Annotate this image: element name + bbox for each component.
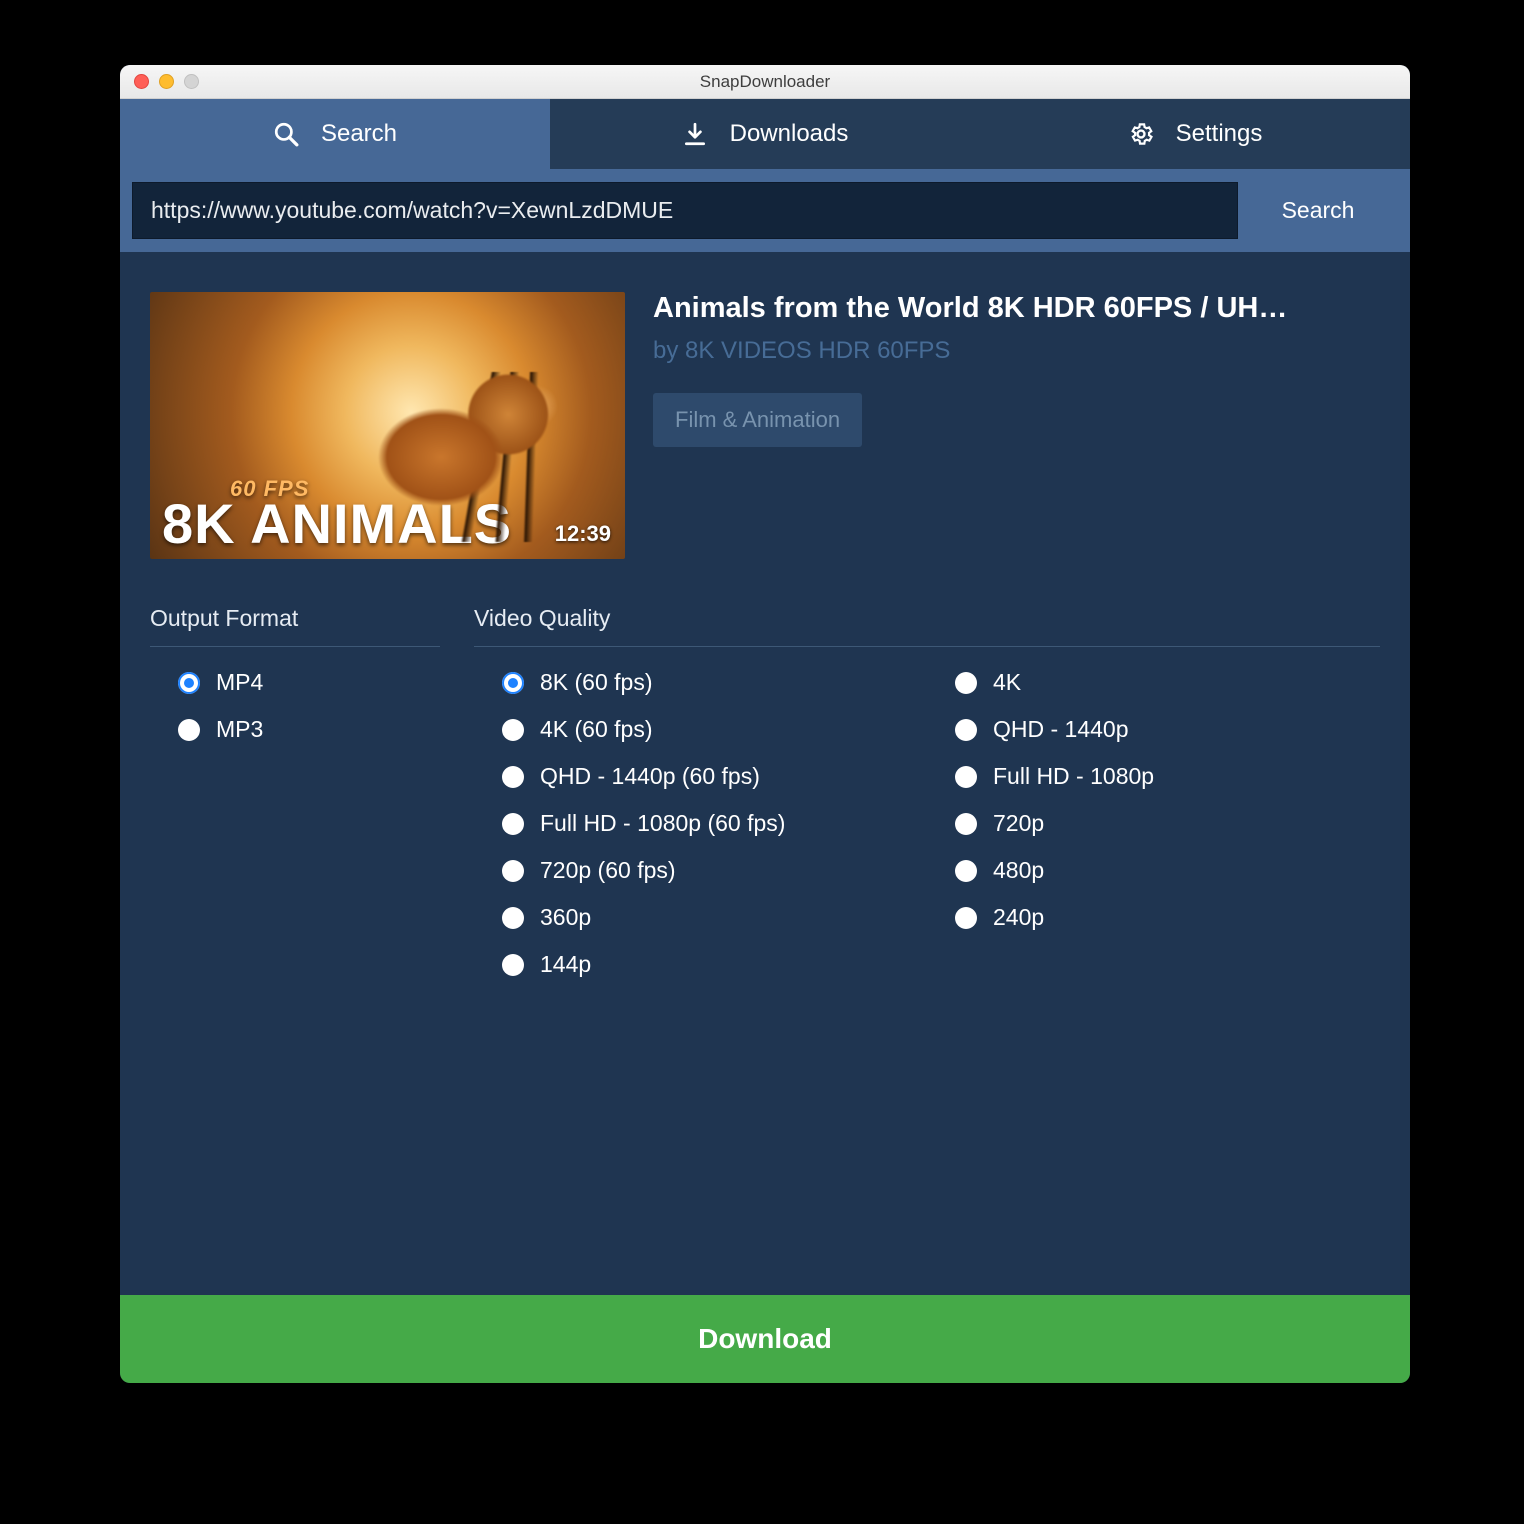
quality-option-720[interactable]: 720p: [955, 810, 1380, 837]
tab-search[interactable]: Search: [120, 99, 550, 169]
radio-icon: [502, 907, 524, 929]
video-quality-section: Video Quality 8K (60 fps) 4K (60 fps) QHD …: [474, 605, 1380, 978]
search-button[interactable]: Search: [1238, 182, 1398, 239]
quality-label: 144p: [540, 951, 591, 978]
quality-option-qhd[interactable]: QHD - 1440p: [955, 716, 1380, 743]
tab-settings-label: Settings: [1176, 120, 1263, 148]
tab-settings[interactable]: Settings: [980, 99, 1410, 169]
video-byline: by 8K VIDEOS HDR 60FPS: [653, 337, 1380, 365]
output-format-list: MP4 MP3: [150, 669, 440, 743]
quality-label: 8K (60 fps): [540, 669, 653, 696]
quality-label: Full HD - 1080p: [993, 763, 1154, 790]
quality-label: QHD - 1440p (60 fps): [540, 763, 760, 790]
quality-label: Full HD - 1080p (60 fps): [540, 810, 785, 837]
video-quality-grid: 8K (60 fps) 4K (60 fps) QHD - 1440p (60 fp…: [474, 669, 1380, 978]
format-option-mp3[interactable]: MP3: [178, 716, 440, 743]
quality-option-240[interactable]: 240p: [955, 904, 1380, 931]
radio-icon: [955, 813, 977, 835]
app-window: SnapDownloader Search Downloads Settings…: [120, 65, 1410, 1383]
format-label: MP4: [216, 669, 263, 696]
radio-icon: [502, 954, 524, 976]
quality-option-4k[interactable]: 4K: [955, 669, 1380, 696]
radio-icon: [955, 860, 977, 882]
quality-label: 720p (60 fps): [540, 857, 676, 884]
search-icon: [273, 121, 299, 147]
quality-option-72060[interactable]: 720p (60 fps): [502, 857, 927, 884]
quality-option-fhd[interactable]: Full HD - 1080p: [955, 763, 1380, 790]
quality-label: 480p: [993, 857, 1044, 884]
quality-option-480[interactable]: 480p: [955, 857, 1380, 884]
radio-icon: [502, 860, 524, 882]
quality-option-fhd60[interactable]: Full HD - 1080p (60 fps): [502, 810, 927, 837]
video-quality-heading: Video Quality: [474, 605, 1380, 647]
video-info-row: 60 FPS 8K ANIMALS 12:39 Animals from the…: [150, 292, 1380, 559]
radio-icon: [178, 719, 200, 741]
tab-downloads-label: Downloads: [730, 120, 849, 148]
download-icon: [682, 121, 708, 147]
video-author[interactable]: 8K VIDEOS HDR 60FPS: [685, 337, 950, 364]
quality-label: QHD - 1440p: [993, 716, 1129, 743]
video-duration: 12:39: [555, 521, 611, 547]
video-meta: Animals from the World 8K HDR 60FPS / UH…: [653, 292, 1380, 559]
byline-prefix: by: [653, 337, 685, 364]
output-format-section: Output Format MP4 MP3: [150, 605, 440, 978]
output-format-heading: Output Format: [150, 605, 440, 647]
radio-icon: [955, 907, 977, 929]
radio-icon: [502, 813, 524, 835]
quality-option-144[interactable]: 144p: [502, 951, 927, 978]
titlebar: SnapDownloader: [120, 65, 1410, 99]
tab-bar: Search Downloads Settings: [120, 99, 1410, 169]
radio-icon: [955, 719, 977, 741]
format-label: MP3: [216, 716, 263, 743]
radio-icon: [955, 672, 977, 694]
radio-icon: [502, 719, 524, 741]
quality-label: 4K: [993, 669, 1021, 696]
video-quality-col2: 4K QHD - 1440p Full HD - 1080p 720p 480p 240p: [927, 669, 1380, 978]
download-button[interactable]: Download: [120, 1295, 1410, 1383]
tab-downloads[interactable]: Downloads: [550, 99, 980, 169]
radio-icon: [502, 766, 524, 788]
quality-label: 360p: [540, 904, 591, 931]
search-row: Search: [120, 169, 1410, 252]
url-input[interactable]: [132, 182, 1238, 239]
quality-label: 240p: [993, 904, 1044, 931]
video-thumbnail[interactable]: 60 FPS 8K ANIMALS 12:39: [150, 292, 625, 559]
quality-option-8k60[interactable]: 8K (60 fps): [502, 669, 927, 696]
radio-icon: [955, 766, 977, 788]
gear-icon: [1128, 121, 1154, 147]
radio-icon: [502, 672, 524, 694]
video-quality-col1: 8K (60 fps) 4K (60 fps) QHD - 1440p (60 fp…: [474, 669, 927, 978]
thumbnail-big-text: 8K ANIMALS: [162, 499, 512, 549]
radio-icon: [178, 672, 200, 694]
category-chip[interactable]: Film & Animation: [653, 393, 862, 447]
video-title: Animals from the World 8K HDR 60FPS / UH…: [653, 292, 1380, 325]
quality-label: 4K (60 fps): [540, 716, 653, 743]
content-area: 60 FPS 8K ANIMALS 12:39 Animals from the…: [120, 252, 1410, 1295]
options-area: Output Format MP4 MP3 Video Quality 8K (…: [150, 605, 1380, 978]
window-title: SnapDownloader: [120, 72, 1410, 92]
quality-option-qhd60[interactable]: QHD - 1440p (60 fps): [502, 763, 927, 790]
format-option-mp4[interactable]: MP4: [178, 669, 440, 696]
tab-search-label: Search: [321, 120, 397, 148]
quality-option-4k60[interactable]: 4K (60 fps): [502, 716, 927, 743]
quality-option-360[interactable]: 360p: [502, 904, 927, 931]
quality-label: 720p: [993, 810, 1044, 837]
thumbnail-overlay-text: 60 FPS 8K ANIMALS: [162, 479, 512, 549]
